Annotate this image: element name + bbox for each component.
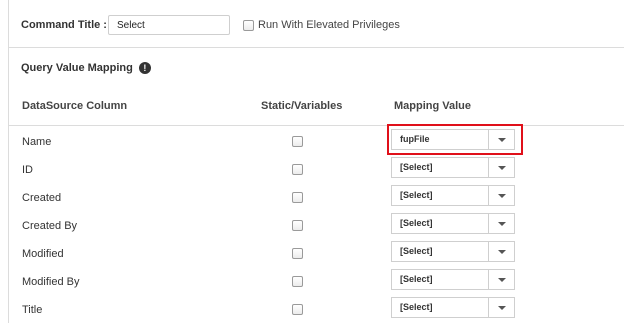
mapping-value-selected: [Select] <box>400 162 433 172</box>
dropdown-toggle-button[interactable] <box>488 214 514 233</box>
command-title-input[interactable] <box>108 15 230 35</box>
chevron-down-icon <box>497 193 506 198</box>
static-variables-checkbox[interactable] <box>292 192 303 203</box>
table-row: Name fupFile <box>9 127 624 155</box>
static-variables-checkbox[interactable] <box>292 276 303 287</box>
info-icon[interactable]: ! <box>138 62 151 74</box>
mapping-value-selected: [Select] <box>400 218 433 228</box>
mapping-value-dropdown[interactable]: [Select] <box>391 185 515 206</box>
mapping-value-header: Mapping Value <box>394 100 472 112</box>
chevron-down-icon <box>497 249 506 254</box>
datasource-column-name: Modified By <box>22 276 80 288</box>
command-panel: Command Title : Run With Elevated Privil… <box>8 0 624 323</box>
table-row: ID [Select] <box>9 155 624 183</box>
header-divider <box>9 125 624 126</box>
dropdown-toggle-button[interactable] <box>488 270 514 289</box>
mapping-value-selected: [Select] <box>400 302 433 312</box>
elevated-privileges-option[interactable]: Run With Elevated Privileges <box>243 19 400 31</box>
static-variables-checkbox[interactable] <box>292 164 303 175</box>
table-row: Modified [Select] <box>9 239 624 267</box>
elevated-privileges-label: Run With Elevated Privileges <box>258 19 400 31</box>
mapping-value-dropdown[interactable]: [Select] <box>391 297 515 318</box>
query-value-mapping-title: Query Value Mapping <box>21 62 133 74</box>
table-row: Title [Select] <box>9 295 624 323</box>
command-title-label: Command Title : <box>21 19 107 31</box>
table-row: Created [Select] <box>9 183 624 211</box>
elevated-privileges-checkbox[interactable] <box>243 19 254 31</box>
static-variables-header: Static/Variables <box>261 100 343 112</box>
command-title-row: Command Title : Run With Elevated Privil… <box>9 0 624 48</box>
mapping-value-dropdown[interactable]: [Select] <box>391 213 515 234</box>
datasource-column-name: Created By <box>22 220 78 232</box>
dropdown-toggle-button[interactable] <box>488 186 514 205</box>
mapping-value-dropdown[interactable]: [Select] <box>391 241 515 262</box>
mapping-value-dropdown[interactable]: [Select] <box>391 269 515 290</box>
query-value-mapping-header: Query Value Mapping ! <box>21 62 151 74</box>
dropdown-toggle-button[interactable] <box>488 158 514 177</box>
datasource-column-name: Name <box>22 136 52 148</box>
datasource-column-name: Created <box>22 192 62 204</box>
mapping-value-selected: [Select] <box>400 246 433 256</box>
mapping-value-selected: [Select] <box>400 190 433 200</box>
table-row: Created By [Select] <box>9 211 624 239</box>
chevron-down-icon <box>497 305 506 310</box>
highlight-box <box>387 124 523 155</box>
table-row: Modified By [Select] <box>9 267 624 295</box>
dropdown-toggle-button[interactable] <box>488 298 514 317</box>
static-variables-checkbox[interactable] <box>292 248 303 259</box>
mapping-value-dropdown[interactable]: [Select] <box>391 157 515 178</box>
chevron-down-icon <box>497 221 506 226</box>
datasource-column-name: Title <box>22 304 43 316</box>
dropdown-toggle-button[interactable] <box>488 242 514 261</box>
static-variables-checkbox[interactable] <box>292 136 303 147</box>
static-variables-checkbox[interactable] <box>292 220 303 231</box>
chevron-down-icon <box>497 277 506 282</box>
datasource-column-name: ID <box>22 164 33 176</box>
static-variables-checkbox[interactable] <box>292 304 303 315</box>
mapping-value-selected: [Select] <box>400 274 433 284</box>
chevron-down-icon <box>497 165 506 170</box>
datasource-column-name: Modified <box>22 248 64 260</box>
datasource-column-header: DataSource Column <box>22 100 128 112</box>
